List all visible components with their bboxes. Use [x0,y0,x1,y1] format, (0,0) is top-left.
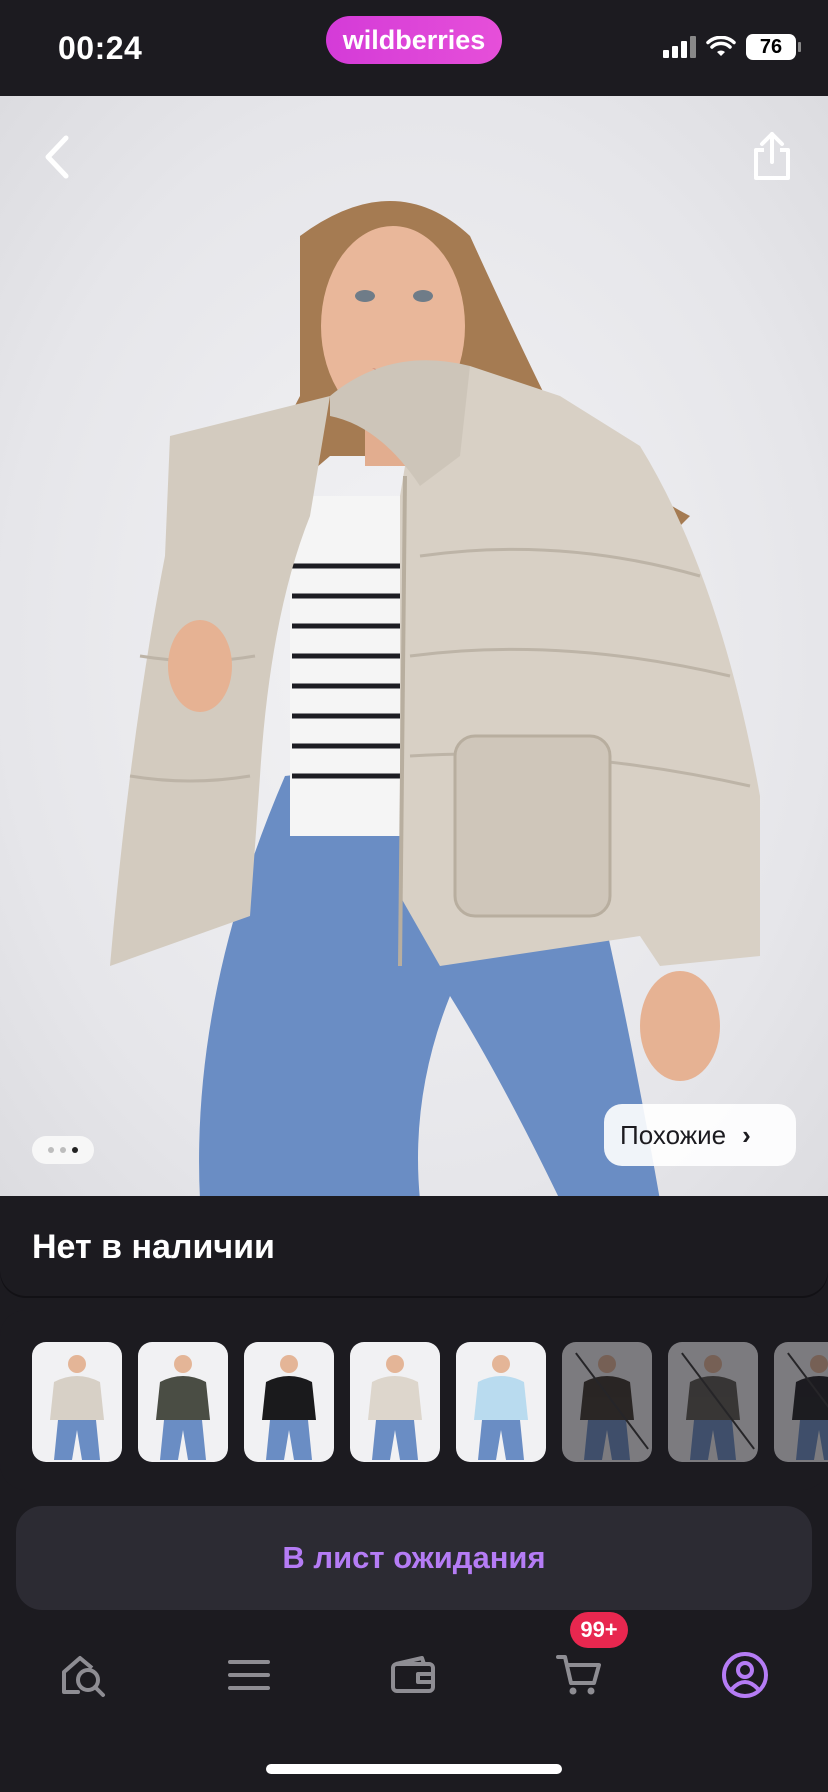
wifi-icon [706,36,736,56]
variant-thumbnail[interactable] [456,1342,546,1462]
home-indicator [266,1764,562,1774]
wait-list-button[interactable]: В лист ожидания [16,1506,812,1610]
status-bar: 00:24 wildberries 76 [0,0,828,96]
product-photo[interactable]: Похожие › [0,96,828,1200]
gallery-dot-active [72,1147,78,1153]
cellular-signal-icon [663,36,696,58]
stock-status: Нет в наличии [32,1228,275,1266]
cart-icon [556,1655,601,1695]
nav-catalog[interactable] [214,1640,284,1710]
battery-indicator: 76 [746,34,801,60]
variant-thumbnail[interactable] [32,1342,122,1462]
chevron-right-icon: › [742,1119,751,1150]
variant-list [32,1342,828,1462]
back-button[interactable] [32,132,82,182]
variant-thumbnail[interactable] [562,1342,652,1462]
chevron-left-icon [45,135,69,179]
status-icons: 76 [663,34,801,60]
nav-search[interactable] [48,1640,118,1710]
nav-profile[interactable] [710,1640,780,1710]
similar-button[interactable]: Похожие › [604,1104,796,1166]
status-time: 00:24 [58,30,143,66]
variant-thumbnail[interactable] [774,1342,828,1462]
brand-logo[interactable]: wildberries [326,16,502,64]
bottom-nav: 99+ [0,1612,828,1716]
nav-wallet[interactable] [378,1640,448,1710]
menu-icon [228,1660,270,1690]
variant-thumbnail[interactable] [350,1342,440,1462]
nav-cart[interactable] [544,1640,614,1710]
share-icon [754,132,790,180]
profile-icon [722,1652,768,1698]
cart-badge: 99+ [570,1612,628,1648]
wallet-icon [391,1656,435,1693]
search-home-icon [62,1656,105,1697]
similar-label: Похожие [620,1119,727,1150]
gallery-dot [48,1147,54,1153]
product-image [110,201,760,1200]
stock-status-card: Нет в наличии [0,1196,828,1296]
color-variants [0,1310,828,1490]
variant-thumbnail[interactable] [138,1342,228,1462]
gallery-pagination [32,1136,94,1164]
variant-thumbnail[interactable] [668,1342,758,1462]
gallery-dot [60,1147,66,1153]
variant-thumbnail[interactable] [244,1342,334,1462]
share-button[interactable] [744,128,800,184]
